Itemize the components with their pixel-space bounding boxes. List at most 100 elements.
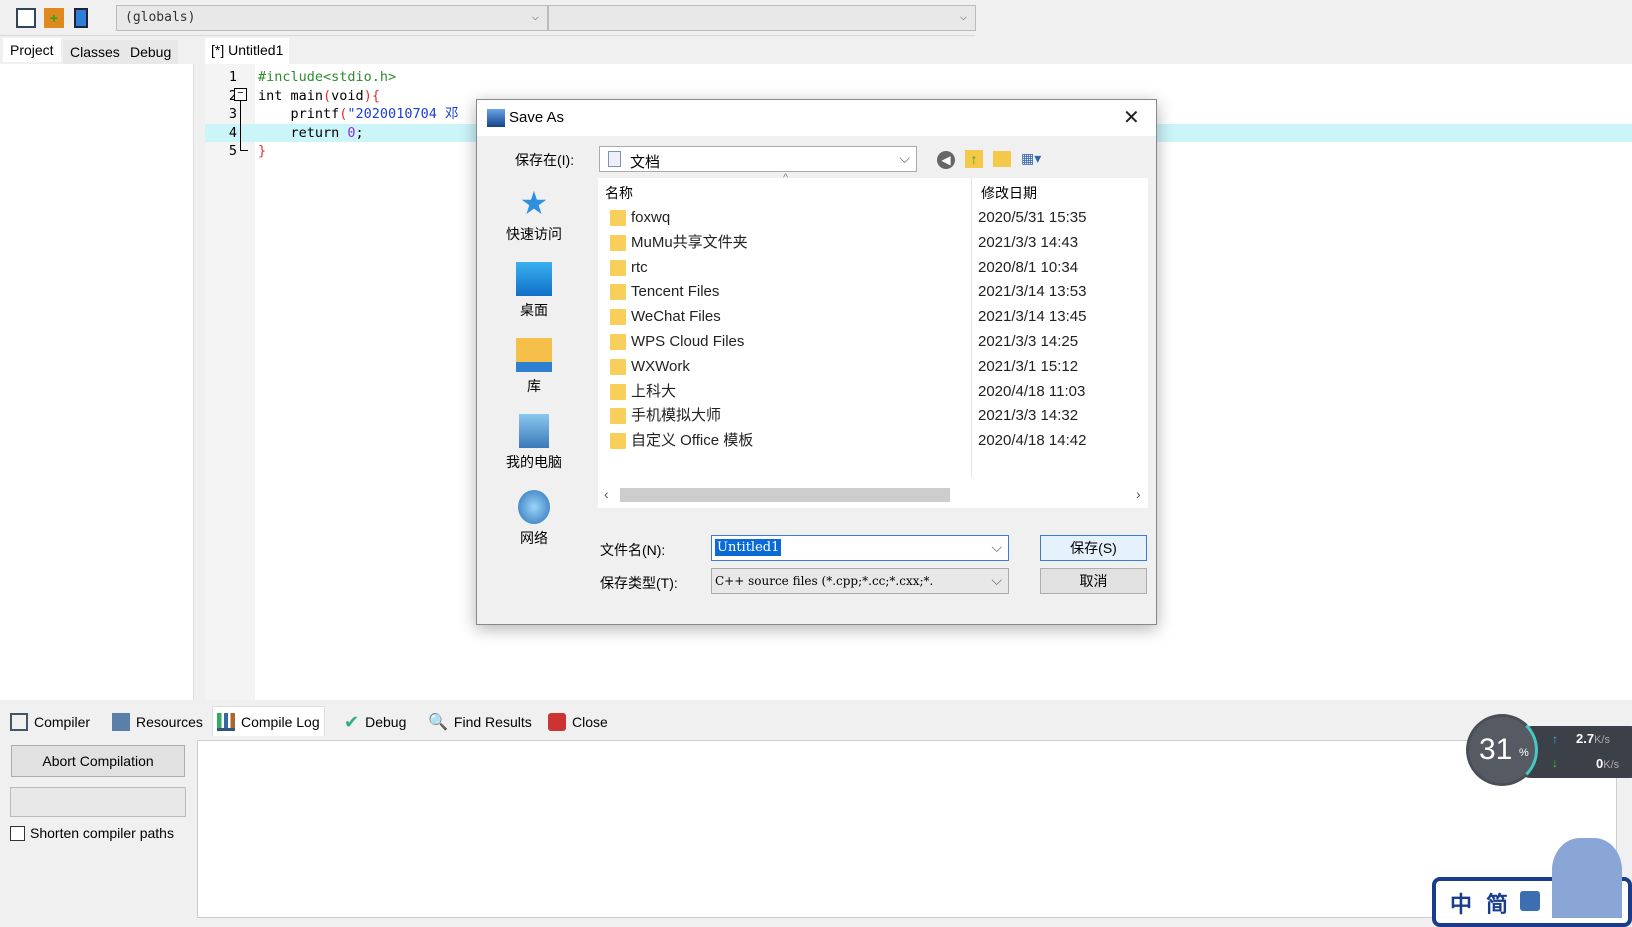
new-file-icon[interactable] xyxy=(16,8,36,28)
line-number: 1 xyxy=(228,69,237,85)
scroll-right-icon[interactable]: › xyxy=(1136,486,1141,502)
file-row[interactable]: foxwq 2020/5/31 15:35 xyxy=(598,206,1148,230)
code-text: #include<stdio.h> xyxy=(258,68,396,86)
ime-simplified[interactable]: 简 xyxy=(1486,887,1508,919)
file-date: 2020/5/31 15:35 xyxy=(978,209,1087,226)
editor-tab-untitled1[interactable]: [*] Untitled1 xyxy=(205,38,290,64)
save-button[interactable]: 保存(S) xyxy=(1040,535,1147,561)
scroll-left-icon[interactable]: ‹ xyxy=(604,486,609,502)
cpu-value: 31 xyxy=(1479,733,1513,766)
code-token: 0 xyxy=(347,124,356,141)
up-folder-icon[interactable]: ↑ xyxy=(965,150,983,168)
code-text: } xyxy=(258,142,266,160)
tab-compiler[interactable]: Compiler xyxy=(6,710,94,734)
column-name[interactable]: 名称 xyxy=(605,183,633,203)
check-icon: ✔ xyxy=(344,711,360,732)
file-row[interactable]: 自定义 Office 模板 2020/4/18 14:42 xyxy=(598,429,1148,453)
save-in-combo[interactable]: 文档 ⌵ xyxy=(599,146,917,172)
horizontal-scrollbar[interactable]: ‹ › xyxy=(598,485,1148,505)
document-icon xyxy=(608,151,621,167)
file-row[interactable]: WXWork 2021/3/1 15:12 xyxy=(598,355,1148,379)
code-text: int main(void){ xyxy=(258,87,380,105)
project-panel xyxy=(0,64,194,700)
save-in-label: 保存在(I): xyxy=(515,152,575,168)
tab-resources[interactable]: Resources xyxy=(108,710,207,734)
close-icon xyxy=(548,713,566,731)
dialog-title: Save As xyxy=(509,109,565,126)
scrollbar-thumb[interactable] xyxy=(620,488,950,502)
cancel-button[interactable]: 取消 xyxy=(1040,568,1147,594)
file-row[interactable]: WeChat Files 2021/3/14 13:45 xyxy=(598,305,1148,329)
file-row[interactable]: rtc 2020/8/1 10:34 xyxy=(598,256,1148,280)
tab-label: Find Results xyxy=(453,714,532,730)
folder-icon xyxy=(610,234,626,251)
code-token: int main xyxy=(258,87,324,104)
back-icon[interactable]: ◀ xyxy=(937,151,955,169)
folder-icon xyxy=(610,284,626,301)
tab-project[interactable]: Project xyxy=(3,38,61,62)
filetype-label: 保存类型(T): xyxy=(600,575,678,591)
tab-find-results[interactable]: 🔍 Find Results xyxy=(424,710,536,734)
file-list[interactable]: 名称 ^ 修改日期 foxwq 2020/5/31 15:35 MuMu共享文件夹 2… xyxy=(598,172,1148,508)
place-desktop[interactable]: 桌面 xyxy=(489,262,579,320)
globals-value: (globals) xyxy=(125,10,196,25)
chevron-down-icon: ⌵ xyxy=(991,539,1002,555)
place-library[interactable]: 库 xyxy=(489,338,579,396)
mascot-image xyxy=(1552,838,1622,918)
add-file-icon[interactable]: + xyxy=(44,8,64,28)
file-name: 手机模拟大师 xyxy=(631,407,722,425)
toolbar: + (globals) ⌵ ⌵ xyxy=(0,0,976,36)
code-line[interactable]: 1 #include<stdio.h> xyxy=(205,68,1632,86)
download-unit: K/s xyxy=(1603,759,1620,771)
chevron-down-icon: ⌵ xyxy=(899,150,910,166)
tab-classes[interactable]: Classes xyxy=(63,40,127,64)
skin-icon[interactable] xyxy=(1520,891,1540,911)
bookmark-icon[interactable] xyxy=(74,8,88,28)
upload-value: 2.7 xyxy=(1576,731,1595,746)
tab-close[interactable]: Close xyxy=(544,710,612,734)
file-date: 2020/4/18 11:03 xyxy=(978,382,1086,400)
file-row[interactable]: 上科大 2020/4/18 11:03 xyxy=(598,380,1148,404)
shorten-paths-checkbox[interactable] xyxy=(10,826,25,841)
function-combo[interactable]: ⌵ xyxy=(548,5,976,31)
file-row[interactable]: MuMu共享文件夹 2021/3/3 14:43 xyxy=(598,231,1148,255)
file-name: MuMu共享文件夹 xyxy=(631,233,748,251)
view-menu-icon[interactable]: ▦▾ xyxy=(1021,150,1051,168)
code-token: } xyxy=(258,143,267,159)
place-computer[interactable]: 我的电脑 xyxy=(489,414,579,472)
file-row[interactable]: 手机模拟大师 2021/3/3 14:32 xyxy=(598,404,1148,428)
code-token: void xyxy=(331,87,364,104)
line-number: 3 xyxy=(228,106,237,122)
filename-label: 文件名(N): xyxy=(600,542,666,558)
tab-compile-log[interactable]: Compile Log xyxy=(212,706,325,736)
progress-field xyxy=(10,787,186,817)
file-date: 2021/3/1 15:12 xyxy=(978,357,1079,375)
ime-mode[interactable]: 中 xyxy=(1450,887,1472,919)
close-icon[interactable]: ✕ xyxy=(1123,105,1140,130)
tab-label: Resources xyxy=(136,714,203,730)
tab-debug[interactable]: Debug xyxy=(123,40,179,64)
file-row[interactable]: Tencent Files 2021/3/14 13:53 xyxy=(598,280,1148,304)
code-token: ( xyxy=(323,87,332,104)
cpu-percent: % xyxy=(1519,747,1529,759)
line-number: 5 xyxy=(228,143,237,159)
column-date[interactable]: 修改日期 xyxy=(981,183,1037,203)
abort-compilation-button[interactable]: Abort Compilation xyxy=(11,745,185,777)
new-folder-icon[interactable] xyxy=(993,151,1011,167)
fold-icon[interactable]: − xyxy=(234,88,247,101)
globals-combo[interactable]: (globals) ⌵ xyxy=(116,5,548,31)
place-label: 库 xyxy=(527,378,541,394)
filetype-value: C++ source files (*.cpp;*.cc;*.cxx;*. xyxy=(715,574,934,588)
grid-icon xyxy=(10,713,28,731)
filename-input[interactable]: Untitled1 ⌵ xyxy=(711,535,1009,561)
tab-debug-bottom[interactable]: ✔ Debug xyxy=(340,710,410,734)
filetype-select[interactable]: C++ source files (*.cpp;*.cc;*.cxx;*. ⌵ xyxy=(711,568,1009,594)
place-quick-access[interactable]: ★ 快速访问 xyxy=(489,186,579,244)
place-network[interactable]: 网络 xyxy=(489,490,579,548)
bottom-tabs: Compiler Resources Compile Log ✔ Debug 🔍 F… xyxy=(0,706,1632,736)
folder-icon xyxy=(610,358,626,375)
place-label: 快速访问 xyxy=(506,226,562,242)
file-row[interactable]: WPS Cloud Files 2021/3/3 14:25 xyxy=(598,330,1148,354)
code-token: ){ xyxy=(363,87,380,104)
fold-line xyxy=(240,101,248,151)
